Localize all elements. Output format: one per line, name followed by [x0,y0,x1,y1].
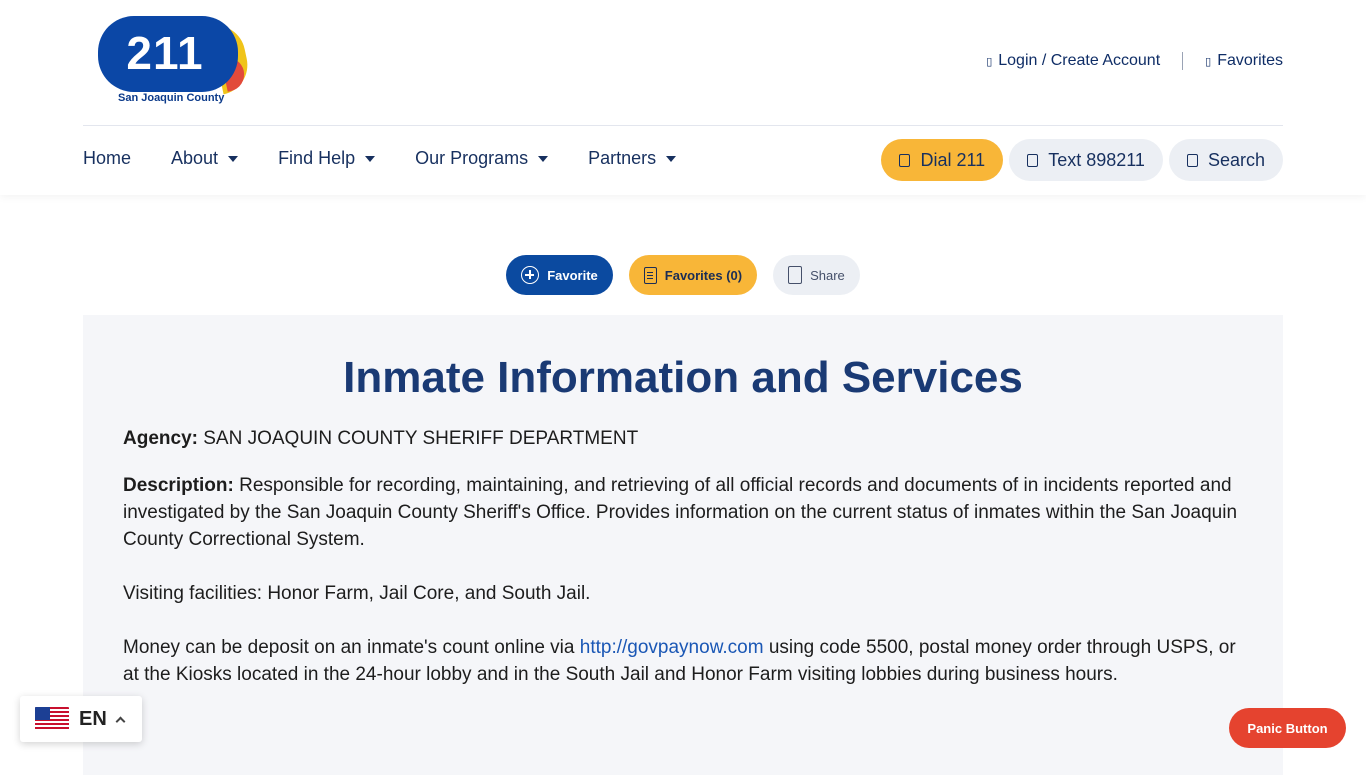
language-code: EN [79,707,107,730]
nav-find-help[interactable]: Find Help [278,148,376,169]
search-label: Search [1207,149,1265,170]
heart-icon: ▯ [1205,55,1212,68]
money-before: Money can be deposit on an inmate's coun… [123,637,580,658]
resource-actions: Favorite Favorites (0) Share [0,255,1366,295]
dial-label: Dial 211 [920,149,986,170]
chevron-down-icon [365,155,376,162]
nav-home[interactable]: Home [83,148,131,169]
login-label: Login / Create Account [998,52,1161,69]
message-icon [1027,153,1039,167]
nav-partners[interactable]: Partners [588,148,677,169]
favorites-label: Favorites [1217,52,1283,69]
resource-content: Agency: SAN JOAQUIN COUNTY SHERIFF DEPAR… [123,425,1253,708]
chevron-down-icon [538,155,549,162]
language-selector[interactable]: EN [20,696,142,742]
logo-number: 211 [126,27,204,79]
site-logo[interactable]: 211 San Joaquin County [98,16,253,110]
visiting-line: Visiting facilities: Honor Farm, Jail Co… [123,583,591,604]
plus-circle-icon [521,266,540,284]
favorites-count-button[interactable]: Favorites (0) [628,255,758,295]
agency-line: Agency: SAN JOAQUIN COUNTY SHERIFF DEPAR… [123,425,1253,452]
main-nav: Home About Find Help Our Programs Partne… [83,148,716,169]
govpaynow-link[interactable]: http://govpaynow.com [580,637,764,658]
favorite-button[interactable]: Favorite [506,255,613,295]
quick-actions: Dial 211 Text 898211 Search [881,139,1283,181]
text-label: Text 898211 [1048,149,1145,170]
site-header: 211 San Joaquin County ▯ Login / Create … [0,0,1366,195]
dial-211-button[interactable]: Dial 211 [881,139,1004,181]
nav-our-programs[interactable]: Our Programs [415,148,549,169]
utility-nav: ▯ Login / Create Account ▯ Favorites [986,52,1283,70]
description-label: Description: [123,475,234,496]
text-button[interactable]: Text 898211 [1009,139,1163,181]
nav-about[interactable]: About [171,148,239,169]
chevron-down-icon [228,155,239,162]
agency-value: SAN JOAQUIN COUNTY SHERIFF DEPARTMENT [203,428,639,449]
user-icon: ▯ [986,55,993,68]
description-line: Description: Responsible for recording, … [123,472,1253,553]
login-link[interactable]: ▯ Login / Create Account [986,52,1160,70]
logo-county: San Joaquin County [118,92,225,104]
phone-icon [899,153,911,167]
agency-label: Agency: [123,428,198,449]
chevron-down-icon [666,155,677,162]
resource-card: Inmate Information and Services Agency: … [83,315,1283,775]
share-label: Share [810,267,845,283]
description-text: Responsible for recording, maintaining, … [123,475,1238,550]
share-button[interactable]: Share [773,255,860,295]
money-line: Money can be deposit on an inmate's coun… [123,634,1253,688]
nav-home-label: Home [83,148,132,168]
nav-find-help-label: Find Help [278,148,356,168]
header-divider [83,125,1283,126]
panic-button[interactable]: Panic Button [1229,708,1346,748]
chevron-up-icon [115,716,126,726]
favorite-label: Favorite [547,267,598,283]
favorites-count-label: Favorites (0) [664,267,743,283]
list-icon [643,266,657,284]
nav-about-label: About [171,148,219,168]
search-button[interactable]: Search [1168,139,1283,181]
page-title: Inmate Information and Services [343,353,1023,402]
share-icon [788,266,803,284]
us-flag-icon [35,707,69,731]
favorites-link[interactable]: ▯ Favorites [1205,52,1283,70]
utility-separator [1182,52,1184,70]
nav-our-programs-label: Our Programs [415,148,529,168]
nav-partners-label: Partners [588,148,657,168]
search-icon [1186,153,1198,167]
